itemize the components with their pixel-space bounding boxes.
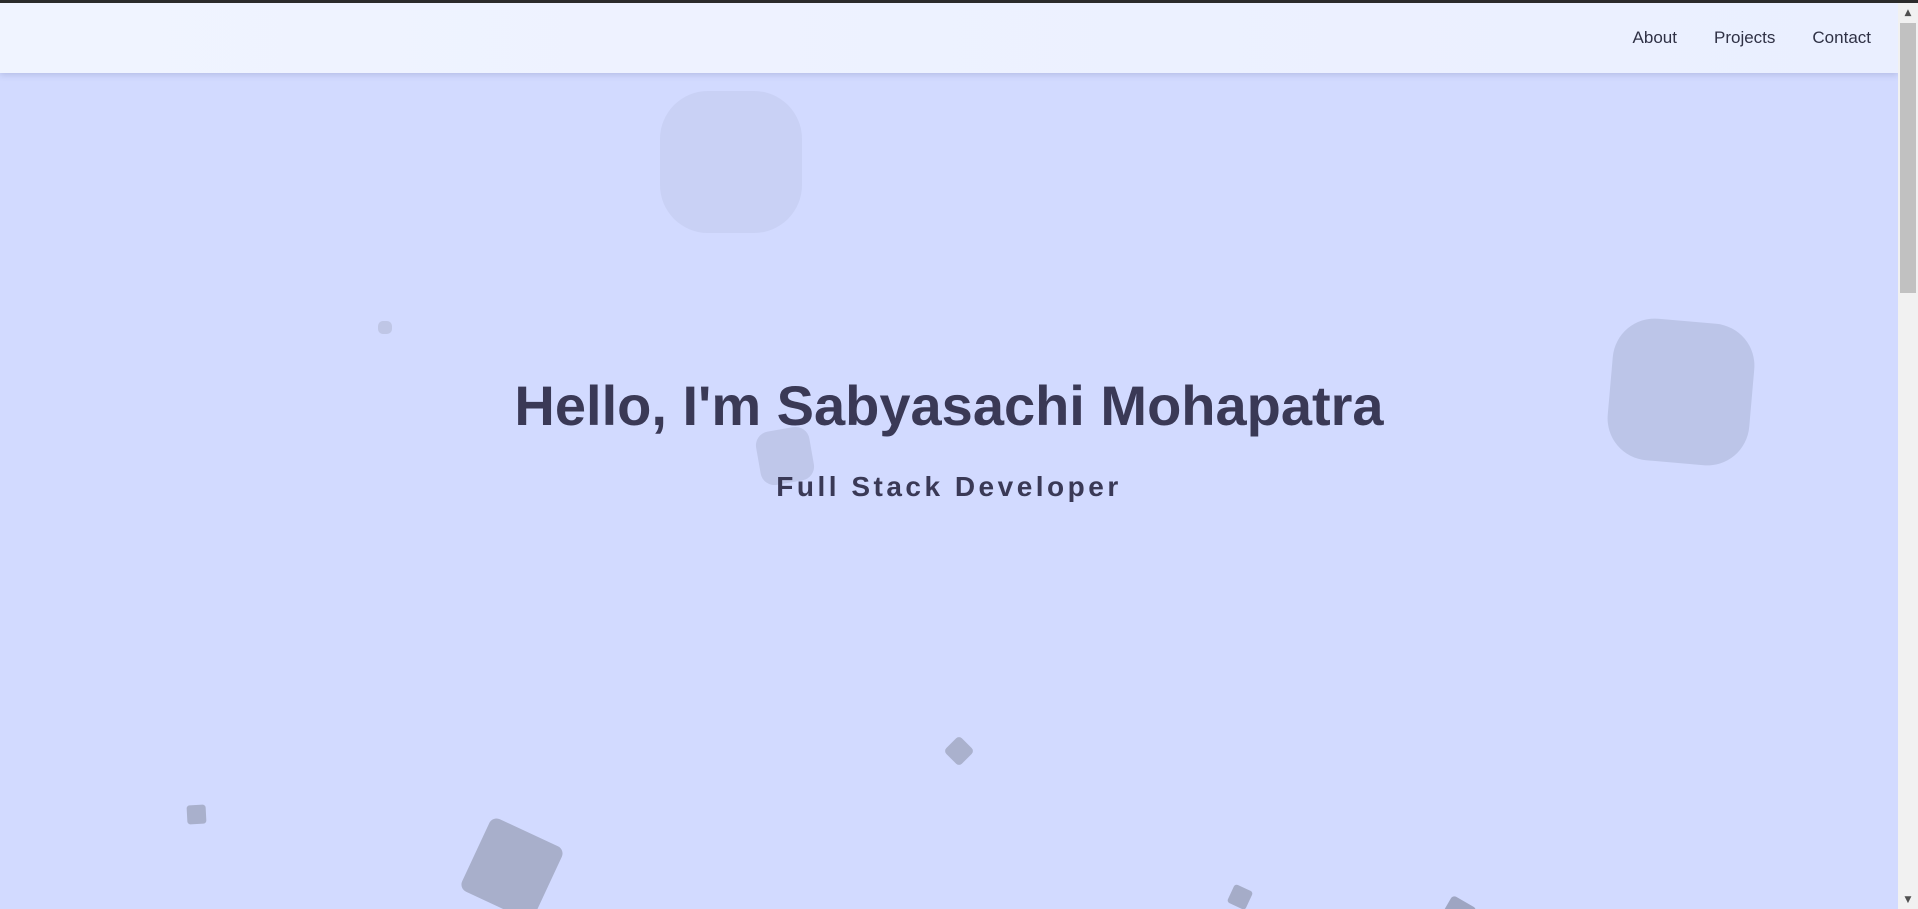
floating-shape-corner-bottom: [1438, 894, 1478, 909]
floating-shape-dot: [378, 321, 392, 334]
nav-link-about[interactable]: About: [1633, 28, 1677, 48]
floating-shape-diamond: [943, 735, 975, 767]
triangle-down-icon[interactable]: ▼: [1898, 891, 1918, 908]
nav-link-contact[interactable]: Contact: [1812, 28, 1871, 48]
floating-shape-tilted-bottom: [458, 815, 566, 909]
hero-subtitle: Full Stack Developer: [776, 471, 1122, 502]
nav-links: About Projects Contact: [1633, 3, 1871, 73]
nav-link-projects[interactable]: Projects: [1714, 28, 1775, 48]
triangle-up-icon[interactable]: ▲: [1898, 4, 1918, 21]
page-viewport: About Projects Contact Hello, I'm Sabyas…: [0, 3, 1898, 909]
vertical-scrollbar[interactable]: ▲ ▼: [1898, 3, 1918, 909]
scrollbar-thumb[interactable]: [1900, 23, 1916, 293]
floating-shape-small-left: [186, 804, 207, 825]
floating-shape-tiny-bottom: [1226, 883, 1254, 909]
floating-shape-large-top: [660, 91, 802, 233]
hero-title: Hello, I'm Sabyasachi Mohapatra: [514, 374, 1384, 437]
navbar: About Projects Contact: [0, 3, 1898, 73]
